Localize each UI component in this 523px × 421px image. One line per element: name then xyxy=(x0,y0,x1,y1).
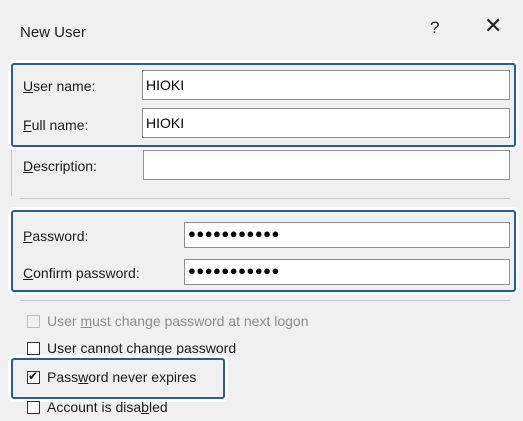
confirm-password-field[interactable]: ●●●●●●●●●●● xyxy=(184,259,510,285)
user-name-label-accesskey: U xyxy=(23,78,34,94)
help-button[interactable]: ? xyxy=(430,18,439,38)
never-expires-label: Password never expires xyxy=(47,369,196,385)
password-label-rest: assword: xyxy=(32,228,89,244)
close-button[interactable]: ✕ xyxy=(484,13,502,39)
account-disabled-accesskey: b xyxy=(141,399,149,415)
account-disabled-label: Account is disabled xyxy=(47,399,168,415)
must-change-text-1: User xyxy=(47,313,81,329)
description-label: Description: xyxy=(23,158,97,174)
never-expires-text-2: ord never expires xyxy=(88,369,197,385)
never-expires-text-1: Pass xyxy=(47,369,79,385)
cannot-change-row-clip: User cannot change password xyxy=(0,338,523,357)
must-change-accesskey: m xyxy=(80,313,93,329)
checkmark-icon: ✔ xyxy=(28,369,39,383)
must-change-label: User must change password at next logon xyxy=(47,313,309,329)
full-name-label-rest: ull name: xyxy=(31,117,89,133)
full-name-label: Full name: xyxy=(23,117,88,133)
description-field[interactable] xyxy=(143,150,510,180)
user-name-field[interactable]: HIOKI xyxy=(142,70,510,100)
password-label: Password: xyxy=(23,228,88,244)
user-name-label-rest: ser name: xyxy=(33,78,96,94)
must-change-checkbox[interactable] xyxy=(27,315,40,328)
full-name-label-accesskey: F xyxy=(23,117,32,133)
confirm-password-label-accesskey: C xyxy=(23,265,34,281)
full-name-field[interactable]: HIOKI xyxy=(142,108,510,138)
confirm-password-label: Confirm password: xyxy=(23,265,140,281)
confirm-password-label-rest: onfirm password: xyxy=(33,265,140,281)
description-left-edge xyxy=(11,150,12,196)
description-label-accesskey: D xyxy=(23,158,34,174)
cannot-change-label: User cannot change password xyxy=(47,340,237,356)
password-label-accesskey: P xyxy=(23,228,33,244)
password-field[interactable]: ●●●●●●●●●●● xyxy=(184,222,510,248)
never-expires-checkbox[interactable]: ✔ xyxy=(27,369,40,384)
description-label-rest: escription: xyxy=(33,158,97,174)
user-name-label: User name: xyxy=(23,78,95,94)
separator-1 xyxy=(20,198,510,199)
dialog-title: New User xyxy=(20,24,86,41)
must-change-text-2: ust change password at next logon xyxy=(92,313,309,329)
separator-2 xyxy=(20,300,510,301)
account-disabled-checkbox[interactable] xyxy=(27,401,40,414)
account-disabled-text-1: Account is disa xyxy=(47,399,142,415)
cannot-change-checkbox[interactable] xyxy=(27,342,40,355)
never-expires-accesskey: w xyxy=(78,369,89,385)
account-disabled-text-2: led xyxy=(148,399,168,415)
